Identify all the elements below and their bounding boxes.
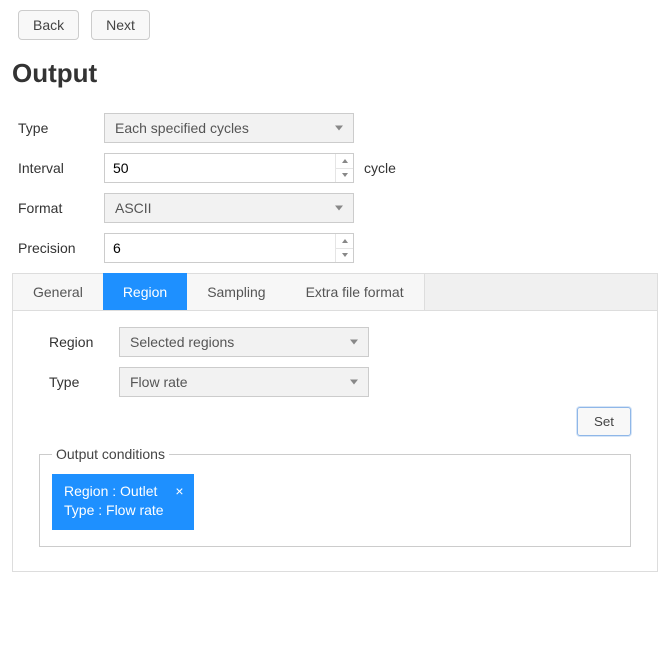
page-title: Output xyxy=(12,58,658,89)
select-format-value: ASCII xyxy=(115,200,152,216)
interval-stepper[interactable] xyxy=(104,153,354,183)
chevron-down-icon xyxy=(350,380,358,385)
tab-general[interactable]: General xyxy=(13,273,104,310)
nav-buttons: Back Next xyxy=(18,10,658,40)
chevron-down-icon xyxy=(342,253,348,257)
back-button[interactable]: Back xyxy=(18,10,79,40)
output-conditions-legend: Output conditions xyxy=(52,446,169,462)
row-precision: Precision xyxy=(18,233,658,263)
chip-line-region: Region : Outlet xyxy=(64,482,182,501)
row-region-type: Type Flow rate xyxy=(49,367,639,397)
chevron-down-icon xyxy=(335,206,343,211)
chevron-up-icon xyxy=(342,239,348,243)
label-precision: Precision xyxy=(18,240,104,256)
row-type: Type Each specified cycles xyxy=(18,113,658,143)
label-interval: Interval xyxy=(18,160,104,176)
precision-input[interactable] xyxy=(105,234,335,262)
chevron-up-icon xyxy=(342,159,348,163)
tab-panel: General Region Sampling Extra file forma… xyxy=(12,273,658,572)
tab-content-region: Region Selected regions Type Flow rate S… xyxy=(13,311,657,571)
chevron-down-icon xyxy=(350,340,358,345)
tab-bar: General Region Sampling Extra file forma… xyxy=(13,274,657,311)
label-region: Region xyxy=(49,334,119,350)
interval-input[interactable] xyxy=(105,154,335,182)
select-region-value: Selected regions xyxy=(130,334,234,350)
tab-region[interactable]: Region xyxy=(103,273,188,310)
interval-unit: cycle xyxy=(364,160,396,176)
tab-filler xyxy=(425,274,657,310)
set-button[interactable]: Set xyxy=(577,407,631,436)
interval-step-down[interactable] xyxy=(336,169,353,183)
precision-step-down[interactable] xyxy=(336,249,353,263)
tab-extra-file-format[interactable]: Extra file format xyxy=(286,273,425,310)
row-interval: Interval cycle xyxy=(18,153,658,183)
select-region-type[interactable]: Flow rate xyxy=(119,367,369,397)
row-format: Format ASCII xyxy=(18,193,658,223)
label-region-type: Type xyxy=(49,374,119,390)
output-conditions-fieldset: Output conditions Region : Outlet Type :… xyxy=(39,446,631,547)
output-condition-chip[interactable]: Region : Outlet Type : Flow rate × xyxy=(52,474,194,530)
select-type[interactable]: Each specified cycles xyxy=(104,113,354,143)
row-region-region: Region Selected regions xyxy=(49,327,639,357)
select-region[interactable]: Selected regions xyxy=(119,327,369,357)
select-region-type-value: Flow rate xyxy=(130,374,188,390)
chip-line-type: Type : Flow rate xyxy=(64,501,182,520)
tab-sampling[interactable]: Sampling xyxy=(187,273,286,310)
precision-step-up[interactable] xyxy=(336,234,353,249)
select-type-value: Each specified cycles xyxy=(115,120,249,136)
label-format: Format xyxy=(18,200,104,216)
precision-stepper[interactable] xyxy=(104,233,354,263)
label-type: Type xyxy=(18,120,104,136)
next-button[interactable]: Next xyxy=(91,10,150,40)
select-format[interactable]: ASCII xyxy=(104,193,354,223)
close-icon[interactable]: × xyxy=(175,482,183,501)
chevron-down-icon xyxy=(335,126,343,131)
chevron-down-icon xyxy=(342,173,348,177)
interval-step-up[interactable] xyxy=(336,154,353,169)
